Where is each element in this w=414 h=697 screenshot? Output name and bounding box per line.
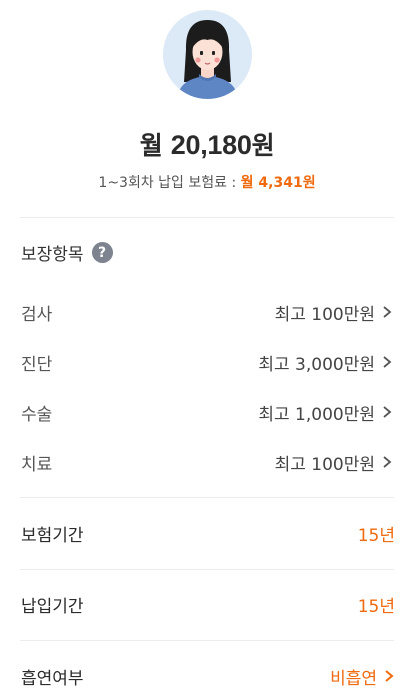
insurance-summary: 월 20,180원 1~3회차 납입 보험료 : 월 4,341원 보장항목 ?… xyxy=(0,0,414,697)
chevron-right-icon xyxy=(383,456,392,468)
smoking-status-row[interactable]: 흡연여부 비흡연 xyxy=(21,663,395,689)
insurance-period-value: 15년 xyxy=(357,525,395,546)
divider xyxy=(20,640,394,641)
chevron-right-icon xyxy=(383,356,392,368)
smoking-status-label: 흡연여부 xyxy=(21,668,84,689)
coverage-row-treatment[interactable]: 치료 최고 100만원 xyxy=(21,449,393,475)
coverage-label: 치료 xyxy=(21,454,53,475)
coverage-label: 진단 xyxy=(21,354,53,375)
monthly-premium: 월 20,180원 xyxy=(139,130,275,160)
payment-period-row: 납입기간 15년 xyxy=(21,591,395,617)
payment-period-label: 납입기간 xyxy=(21,596,84,617)
divider xyxy=(20,569,394,570)
avatar xyxy=(163,10,252,99)
insurance-period-row: 보험기간 15년 xyxy=(21,520,395,546)
coverage-value: 최고 1,000만원 xyxy=(258,400,393,425)
divider xyxy=(20,217,394,218)
coverage-label: 검사 xyxy=(21,304,53,325)
chevron-right-icon xyxy=(383,406,392,418)
coverage-value: 최고 100만원 xyxy=(275,450,393,475)
coverage-row-diagnosis[interactable]: 진단 최고 3,000만원 xyxy=(21,349,393,375)
help-icon[interactable]: ? xyxy=(91,242,113,263)
coverage-section-title: 보장항목 ? xyxy=(21,240,113,265)
insurance-period-label: 보험기간 xyxy=(21,525,84,546)
coverage-row-exam[interactable]: 검사 최고 100만원 xyxy=(21,299,393,325)
avatar-illustration xyxy=(177,20,238,99)
chevron-right-icon xyxy=(383,306,392,318)
payment-period-value: 15년 xyxy=(357,596,395,617)
coverage-row-surgery[interactable]: 수술 최고 1,000만원 xyxy=(21,399,393,425)
smoking-status-value: 비흡연 xyxy=(330,664,395,689)
initial-premium-amount: 월 4,341원 xyxy=(240,175,316,191)
coverage-label: 수술 xyxy=(21,404,53,425)
coverage-title: 보장항목 xyxy=(21,245,84,265)
initial-premium-line: 1~3회차 납입 보험료 : 월 4,341원 xyxy=(0,172,414,192)
divider xyxy=(20,497,394,498)
coverage-value: 최고 3,000만원 xyxy=(258,350,393,375)
initial-premium-label: 1~3회차 납입 보험료 : xyxy=(98,175,241,191)
coverage-value: 최고 100만원 xyxy=(275,300,393,325)
chevron-right-icon xyxy=(385,670,394,682)
